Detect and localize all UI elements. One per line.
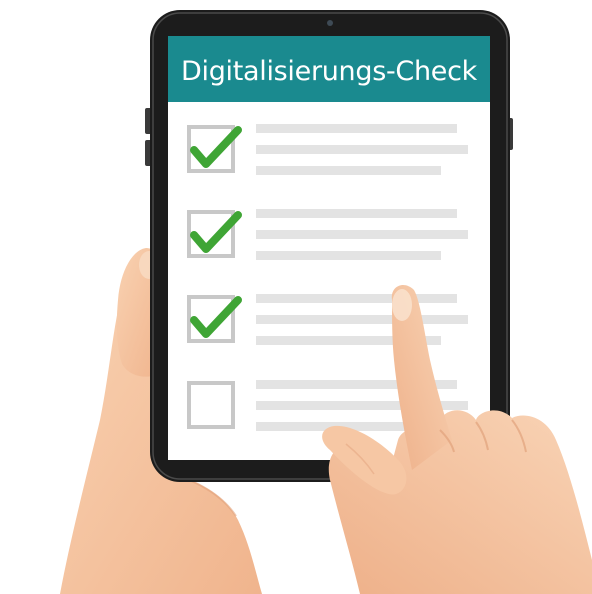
tablet-illustration: Digitalisierungs-Check xyxy=(60,10,592,594)
camera-icon xyxy=(327,20,333,26)
placeholder-line xyxy=(256,230,468,239)
placeholder-line xyxy=(256,294,457,303)
checklist-item[interactable] xyxy=(187,209,468,260)
checklist-item[interactable] xyxy=(187,294,468,345)
placeholder-line xyxy=(256,315,468,324)
checkbox[interactable] xyxy=(187,381,235,429)
placeholder-line xyxy=(256,145,468,154)
placeholder-line xyxy=(256,251,441,260)
placeholder-line xyxy=(256,124,457,133)
placeholder-line xyxy=(256,166,441,175)
checklist-item[interactable] xyxy=(187,124,468,175)
page-title: Digitalisierungs-Check xyxy=(181,56,478,87)
placeholder-line xyxy=(256,209,457,218)
